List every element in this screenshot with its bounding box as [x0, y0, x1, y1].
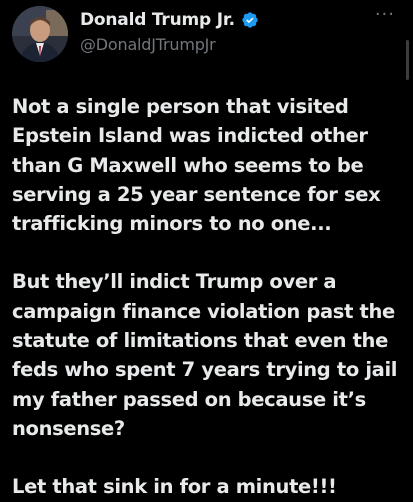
author-handle[interactable]: @DonaldJTrumpJr — [80, 35, 216, 54]
avatar-photo — [12, 6, 68, 62]
tweet-line: campaign finance violation past the — [12, 299, 395, 323]
scrollbar[interactable] — [405, 0, 411, 500]
tweet-line: Epstein Island was indicted other — [12, 124, 368, 148]
tweet-line: nonsense? — [12, 416, 125, 440]
tweet-line: Let that sink in for a minute!!! — [12, 475, 337, 499]
tweet-line: Not a single person that visited — [12, 95, 349, 118]
tweet-line: serving a 25 year sentence for sex — [12, 182, 381, 206]
tweet-line: my father passed on because it’s — [12, 387, 366, 411]
tweet: Donald Trump Jr. @DonaldJTrumpJr ··· Not… — [0, 0, 413, 500]
avatar[interactable] — [12, 6, 68, 62]
more-options-icon[interactable]: ··· — [375, 6, 395, 24]
verified-badge-icon — [242, 12, 258, 28]
tweet-line: feds who spent 7 years trying to jail — [12, 358, 398, 382]
tweet-line: trafficking minors to no one... — [12, 212, 332, 236]
tweet-line: than G Maxwell who seems to be — [12, 153, 364, 177]
tweet-text: Not a single person that visited Epstein… — [12, 92, 404, 502]
tweet-paragraph-2: But they’ll indict Trump over a campaign… — [12, 267, 404, 443]
tweet-paragraph-1: Not a single person that visited Epstein… — [12, 92, 404, 238]
tweet-line: But they’ll indict Trump over a — [12, 270, 337, 294]
tweet-line: statute of limitations that even the — [12, 329, 388, 353]
tweet-paragraph-3: Let that sink in for a minute!!! — [12, 472, 404, 501]
author-display-name[interactable]: Donald Trump Jr. — [80, 10, 235, 30]
scrollbar-thumb[interactable] — [406, 40, 409, 80]
author-name-row: Donald Trump Jr. — [80, 10, 259, 30]
